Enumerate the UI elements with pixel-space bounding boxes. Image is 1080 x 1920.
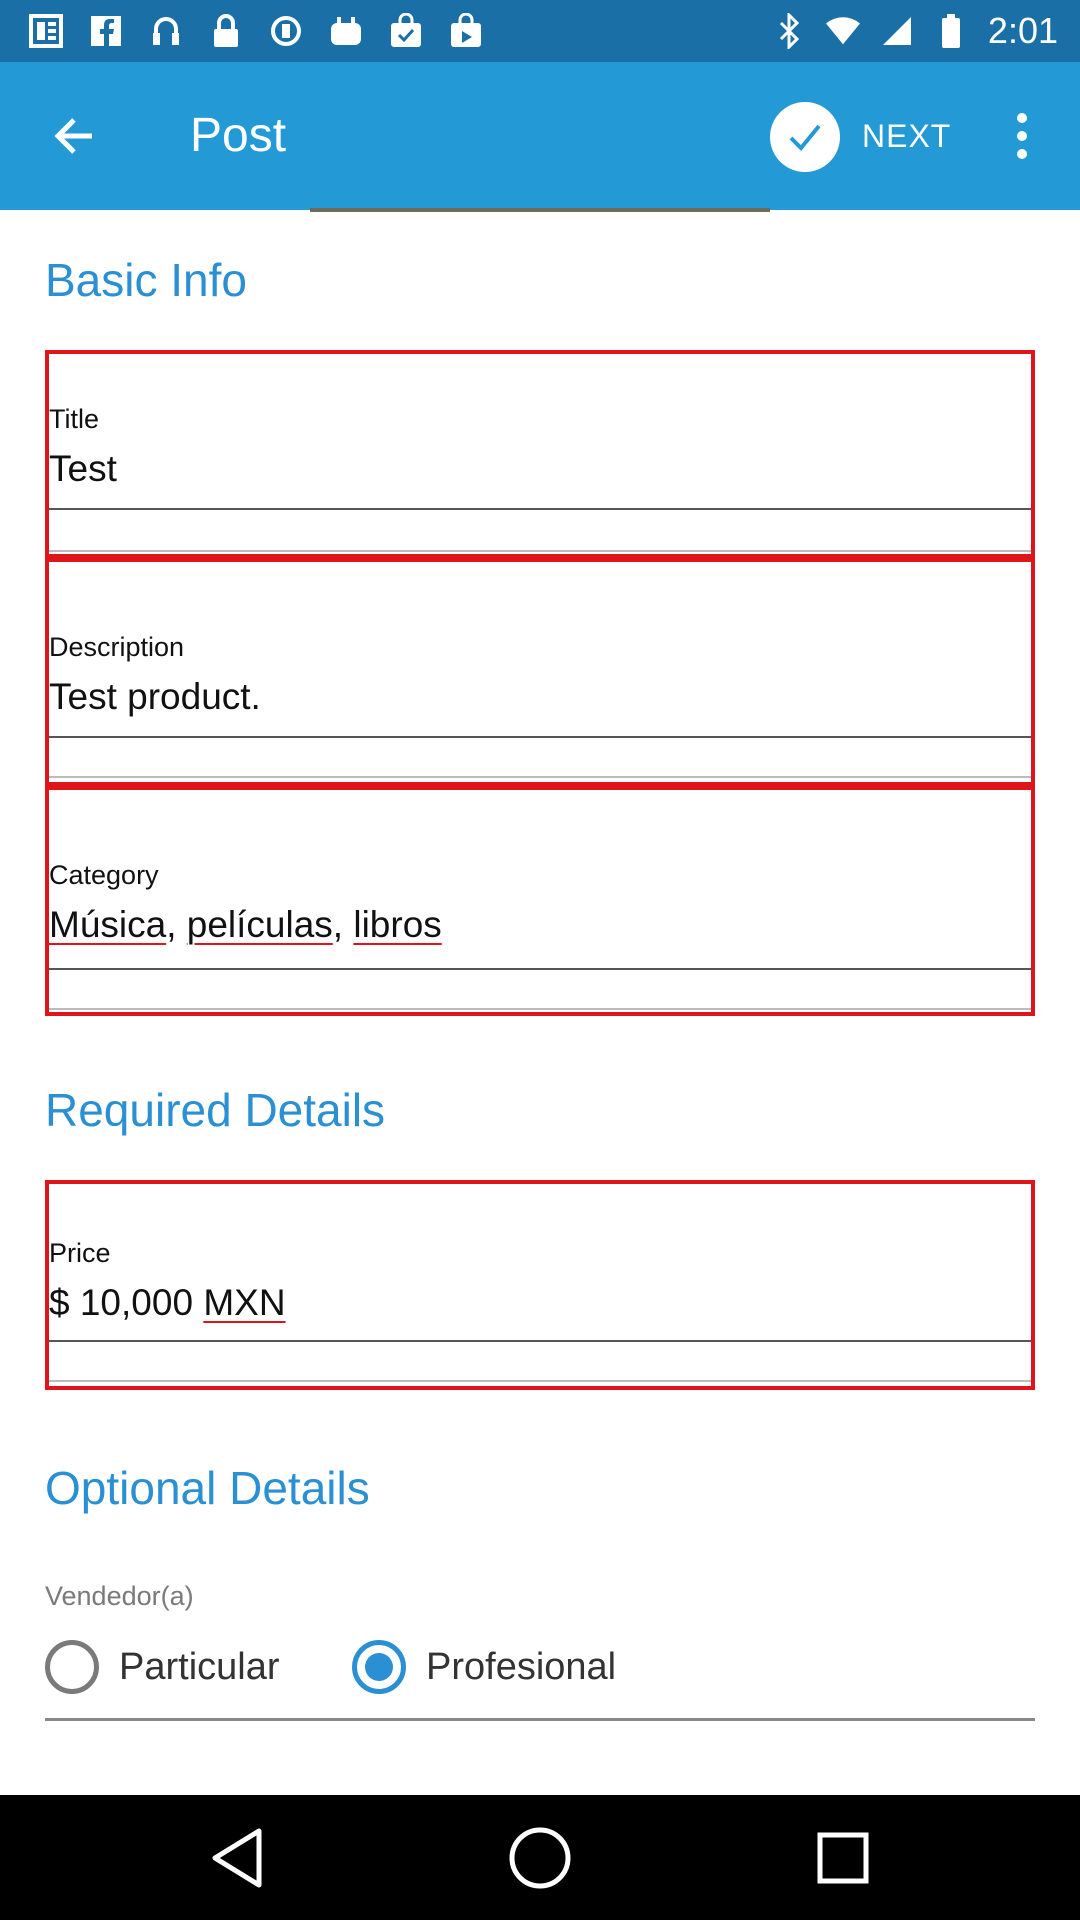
description-field[interactable]: Description Test product. xyxy=(45,558,1035,786)
status-time: 2:01 xyxy=(987,10,1058,51)
divider xyxy=(49,550,1031,552)
arrow-left-icon xyxy=(54,118,92,154)
radio-profesional[interactable]: Profesional xyxy=(352,1640,616,1694)
title-field[interactable]: Title Test xyxy=(45,350,1035,558)
podcast-icon xyxy=(148,12,184,50)
bag-icon xyxy=(328,12,364,50)
title-label: Title xyxy=(49,404,100,434)
price-input[interactable]: $ 10,000 MXN xyxy=(49,1280,286,1326)
category-part: Música xyxy=(49,904,167,945)
section-title-basic-info: Basic Info xyxy=(45,254,247,306)
radio-group-underline xyxy=(45,1718,1035,1721)
next-button[interactable]: NEXT xyxy=(862,114,951,158)
shopping-bag-check-icon xyxy=(388,12,424,50)
divider xyxy=(49,1008,1031,1010)
divider xyxy=(49,1380,1031,1382)
description-label: Description xyxy=(49,632,185,662)
next-check-button[interactable] xyxy=(770,102,840,172)
radio-unchecked-icon xyxy=(45,1640,99,1694)
radio-checked-icon xyxy=(352,1640,406,1694)
shopping-bag-icon xyxy=(448,12,484,50)
category-part: películas xyxy=(186,904,333,945)
status-bar: 2:01 xyxy=(0,0,1080,62)
description-underline xyxy=(49,736,1031,738)
title-underline xyxy=(49,508,1031,510)
back-button[interactable] xyxy=(44,106,104,166)
navigation-bar xyxy=(0,1795,1080,1920)
tab-indicator xyxy=(310,208,770,212)
category-part: libros xyxy=(353,904,442,945)
signal-icon xyxy=(880,12,914,50)
category-sep: , xyxy=(332,904,354,945)
description-input[interactable]: Test product. xyxy=(49,674,261,720)
price-label: Price xyxy=(49,1238,111,1268)
more-options-icon[interactable] xyxy=(1000,106,1044,166)
page-title: Post xyxy=(190,109,287,162)
category-label: Category xyxy=(49,860,159,890)
notification-icons xyxy=(28,12,484,50)
price-field[interactable]: Price $ 10,000 MXN xyxy=(45,1180,1035,1390)
back-nav-icon[interactable] xyxy=(204,1825,270,1891)
category-sep: , xyxy=(166,904,187,945)
section-title-optional-details: Optional Details xyxy=(45,1462,370,1514)
price-underline xyxy=(49,1340,1031,1342)
recents-nav-icon[interactable] xyxy=(810,1825,876,1891)
category-input[interactable]: Música, películas, libros xyxy=(49,902,442,948)
category-underline xyxy=(49,968,1031,970)
price-amount: $ 10,000 xyxy=(49,1282,204,1323)
check-icon xyxy=(789,124,821,151)
radio-particular[interactable]: Particular xyxy=(45,1640,280,1694)
system-status: 2:01 xyxy=(772,10,1058,52)
home-nav-icon[interactable] xyxy=(507,1825,573,1891)
price-currency: MXN xyxy=(203,1282,286,1323)
category-field[interactable]: Category Música, películas, libros xyxy=(45,786,1035,1016)
seller-type-label: Vendedor(a) xyxy=(45,1581,194,1611)
app-bar: Post NEXT xyxy=(0,62,1080,210)
bluetooth-icon xyxy=(772,12,806,50)
divider xyxy=(49,776,1031,778)
title-input[interactable]: Test xyxy=(49,446,117,492)
facebook-icon xyxy=(88,12,124,50)
section-title-required-details: Required Details xyxy=(45,1084,386,1136)
battery-icon xyxy=(934,12,968,50)
radio-profesional-label: Profesional xyxy=(426,1646,617,1688)
wifi-icon xyxy=(825,12,860,50)
lock-icon xyxy=(208,12,244,50)
sync-icon xyxy=(268,12,304,50)
news-icon xyxy=(28,12,64,50)
radio-particular-label: Particular xyxy=(119,1646,280,1688)
